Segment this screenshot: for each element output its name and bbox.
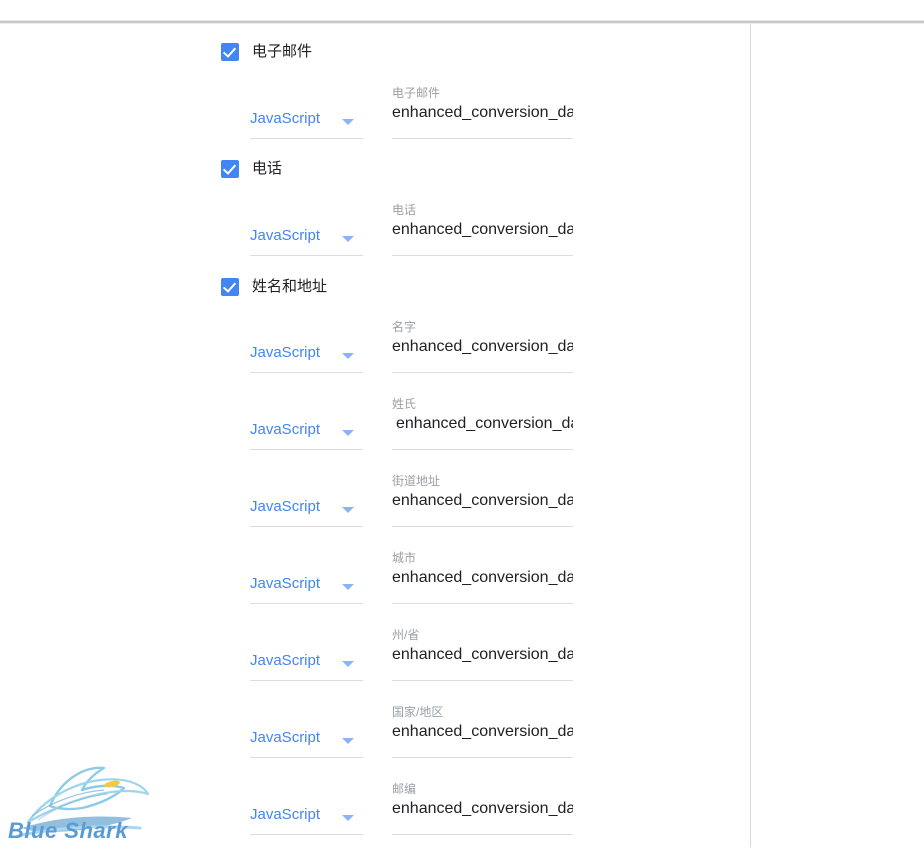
chevron-down-icon[interactable] [342,430,354,436]
field-row: JavaScript 电子邮件 enhanced_conversion_data [0,86,750,153]
variable-input-name-and-address-4[interactable]: 州/省 enhanced_conversion_data [392,626,573,681]
field-row: JavaScript 名字 enhanced_conversion_data [0,320,750,387]
variable-input-value: enhanced_conversion_data [392,569,573,586]
source-select-email-0[interactable]: JavaScript [250,105,363,139]
variable-input-label: 邮编 [392,782,417,796]
variable-input-label: 州/省 [392,628,420,642]
variable-input-label: 街道地址 [392,474,441,488]
variable-input-name-and-address-5[interactable]: 国家/地区 enhanced_conversion_data [392,703,573,758]
variable-input-label: 姓氏 [392,397,417,411]
source-select-name-and-address-5[interactable]: JavaScript [250,724,363,758]
variable-input-value: enhanced_conversion_data [392,723,573,740]
checkbox-checked-icon[interactable] [221,278,239,296]
variable-input-label: 电话 [392,203,417,217]
source-select-value: JavaScript [250,575,321,592]
variable-input-name-and-address-0[interactable]: 名字 enhanced_conversion_data [392,318,573,373]
variable-input-label: 电子邮件 [392,86,441,100]
field-row: JavaScript 电话 enhanced_conversion_data [0,203,750,270]
variable-input-label: 国家/地区 [392,705,444,719]
chevron-down-icon[interactable] [342,815,354,821]
source-select-value: JavaScript [250,498,321,515]
variable-input-value: enhanced_conversion_data [392,221,573,238]
source-select-name-and-address-0[interactable]: JavaScript [250,339,363,373]
chevron-down-icon[interactable] [342,236,354,242]
variable-input-email-0[interactable]: 电子邮件 enhanced_conversion_data [392,84,573,139]
source-select-value: JavaScript [250,227,321,244]
chevron-down-icon[interactable] [342,507,354,513]
checkbox-checked-icon[interactable] [221,160,239,178]
blue-shark-logo-text: Blue Shark [8,818,128,843]
source-select-name-and-address-2[interactable]: JavaScript [250,493,363,527]
source-select-value: JavaScript [250,344,321,361]
field-row: JavaScript 城市 enhanced_conversion_data [0,551,750,618]
field-row: JavaScript 姓氏 enhanced_conversion_data [0,397,750,464]
source-select-value: JavaScript [250,421,321,438]
field-row: JavaScript 国家/地区 enhanced_conversion_data [0,705,750,772]
source-select-name-and-address-4[interactable]: JavaScript [250,647,363,681]
chevron-down-icon[interactable] [342,584,354,590]
source-select-value: JavaScript [250,729,321,746]
checkbox-label: 电子邮件 [252,43,313,60]
variable-input-value: enhanced_conversion_data [392,646,573,663]
field-row: JavaScript 州/省 enhanced_conversion_data [0,628,750,695]
variable-input-name-and-address-1[interactable]: 姓氏 enhanced_conversion_data [392,395,573,450]
enhanced-conversion-fields-pane: 电子邮件 JavaScript 电子邮件 enhanced_conversion_da… [0,24,750,847]
chevron-down-icon[interactable] [342,661,354,667]
field-row: JavaScript 街道地址 enhanced_conversion_data [0,474,750,541]
variable-input-phone-0[interactable]: 电话 enhanced_conversion_data [392,201,573,256]
checkbox-label: 姓名和地址 [252,278,328,295]
source-select-value: JavaScript [250,110,321,127]
checkbox-checked-icon[interactable] [221,43,239,61]
variable-input-name-and-address-3[interactable]: 城市 enhanced_conversion_data [392,549,573,604]
source-select-value: JavaScript [250,652,321,669]
checkbox-row-email[interactable]: 电子邮件 [221,43,312,61]
variable-input-value: enhanced_conversion_data [396,415,573,432]
variable-input-value: enhanced_conversion_data [392,492,573,509]
variable-input-value: enhanced_conversion_data [392,338,573,355]
checkbox-row-phone[interactable]: 电话 [221,160,282,178]
source-select-name-and-address-3[interactable]: JavaScript [250,570,363,604]
variable-input-label: 名字 [392,320,417,334]
chevron-down-icon[interactable] [342,353,354,359]
variable-input-value: enhanced_conversion_data [392,104,573,121]
variable-input-name-and-address-2[interactable]: 街道地址 enhanced_conversion_data [392,472,573,527]
source-select-name-and-address-1[interactable]: JavaScript [250,416,363,450]
content-vertical-divider [750,24,751,847]
chevron-down-icon[interactable] [342,119,354,125]
source-select-value: JavaScript [250,806,321,823]
variable-input-label: 城市 [392,551,417,565]
source-select-phone-0[interactable]: JavaScript [250,222,363,256]
source-select-name-and-address-6[interactable]: JavaScript [250,801,363,835]
checkbox-label: 电话 [252,160,283,177]
variable-input-name-and-address-6[interactable]: 邮编 enhanced_conversion_data [392,780,573,835]
checkbox-row-name-and-address[interactable]: 姓名和地址 [221,278,327,296]
chevron-down-icon[interactable] [342,738,354,744]
variable-input-value: enhanced_conversion_data [392,800,573,817]
